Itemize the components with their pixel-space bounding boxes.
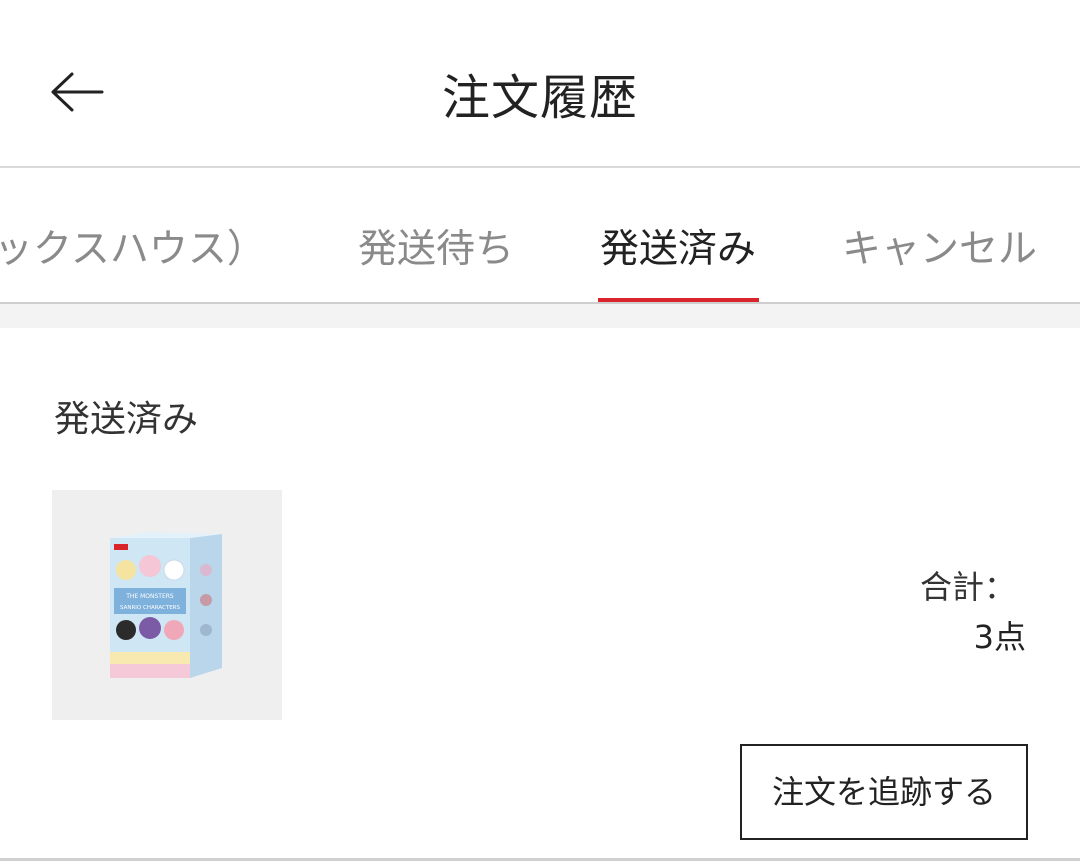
order-status-tabs: ックスハウス） 発送待ち 発送済み キャンセル — [0, 168, 1080, 304]
order-status-label: 発送済み — [54, 399, 199, 440]
product-box-image: THE MONSTERS SANRIO CHARACTERS — [110, 532, 222, 678]
track-order-button[interactable]: 注文を追跡する — [740, 744, 1028, 840]
app-header: 注文履歴 — [0, 0, 1080, 168]
tab-cancelled[interactable]: キャンセル — [842, 218, 1037, 274]
product-thumbnail[interactable]: THE MONSTERS SANRIO CHARACTERS — [52, 490, 282, 720]
product-box-title-1: THE MONSTERS — [125, 593, 174, 600]
product-box-title-2: SANRIO CHARACTERS — [120, 605, 180, 611]
total-label: 合計： — [919, 568, 1016, 606]
page-title: 注文履歴 — [441, 70, 638, 126]
tab-awaiting-shipment[interactable]: 発送待ち — [358, 218, 514, 274]
order-history-page: 注文履歴 ックスハウス） 発送待ち 発送済み キャンセル 発送済み THE MO… — [0, 0, 1080, 861]
total-quantity: 3点 — [973, 618, 1026, 656]
tab-shipped[interactable]: 発送済み — [600, 218, 756, 274]
section-separator — [0, 304, 1080, 328]
tab-box-house[interactable]: ックスハウス） — [0, 218, 266, 274]
